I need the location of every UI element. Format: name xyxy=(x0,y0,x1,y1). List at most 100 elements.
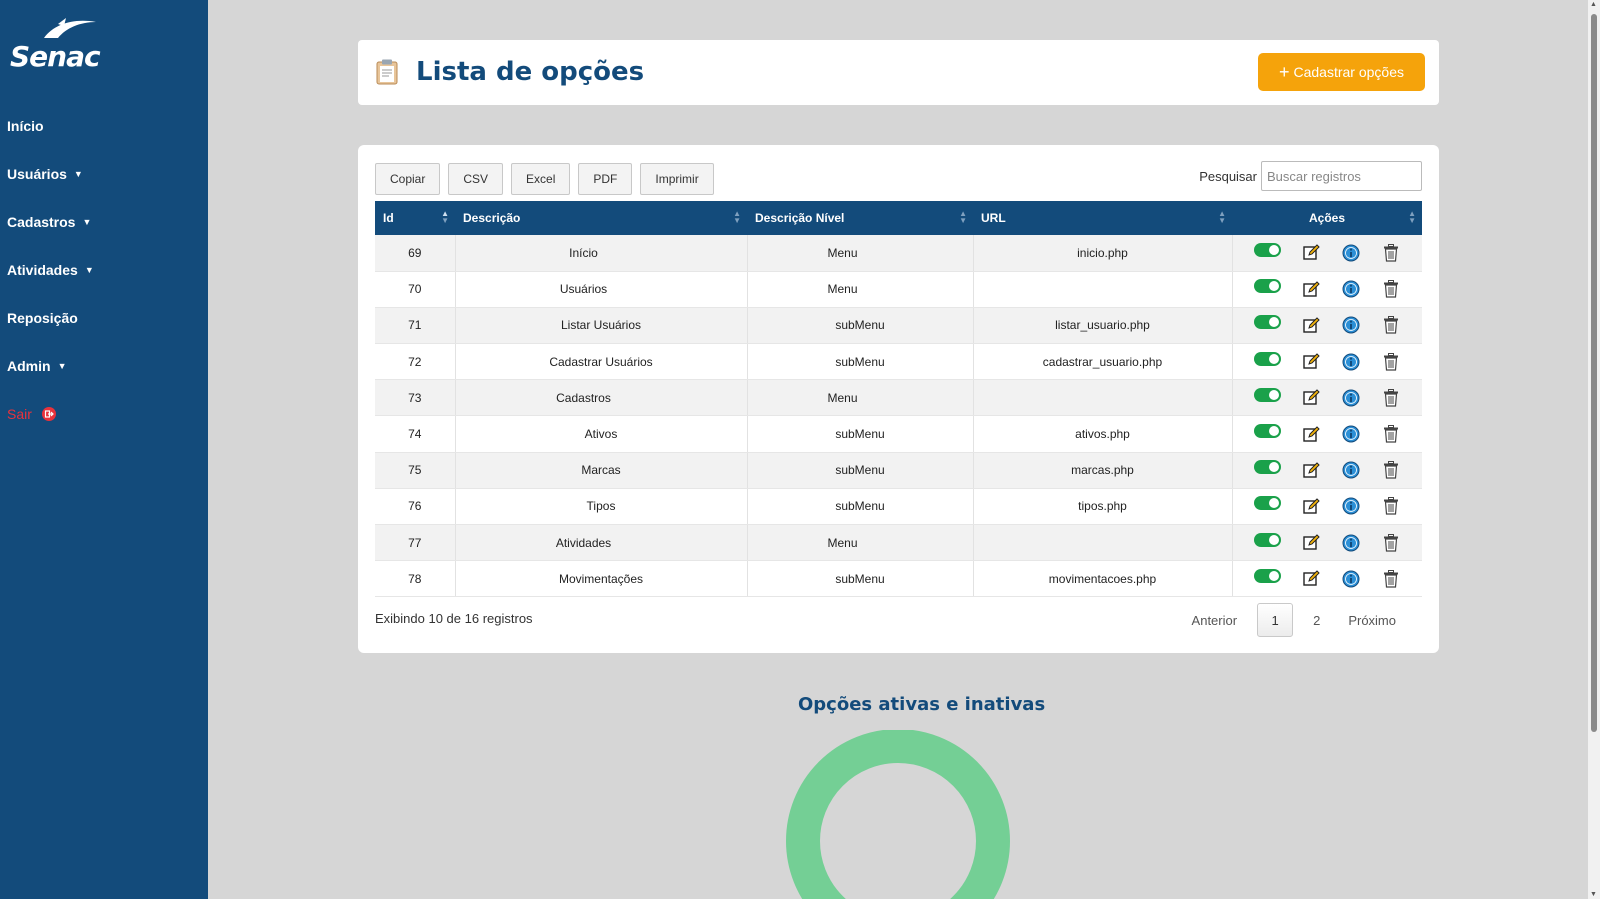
column-header-descricao[interactable]: Descrição ▲ ▼ xyxy=(455,201,747,235)
cell-acoes xyxy=(1232,271,1422,308)
column-label: Ações xyxy=(1308,211,1346,225)
trash-icon[interactable] xyxy=(1382,569,1401,588)
senac-logo[interactable]: Senac xyxy=(10,14,101,74)
trash-icon[interactable] xyxy=(1382,280,1401,299)
info-icon[interactable] xyxy=(1342,461,1361,480)
table-row: 73 Cadastros Menu xyxy=(375,379,1422,417)
row-actions xyxy=(1233,242,1423,262)
table-row: 78 Movimentações subMenu movimentacoes.php xyxy=(375,560,1422,598)
info-icon[interactable] xyxy=(1342,316,1361,335)
column-label: URL xyxy=(981,211,1006,225)
sidebar-item-inicio[interactable]: Início xyxy=(0,102,208,150)
row-actions xyxy=(1233,460,1423,480)
column-header-url[interactable]: URL ▲ ▼ xyxy=(973,201,1232,235)
info-icon[interactable] xyxy=(1342,569,1361,588)
toggle-icon[interactable] xyxy=(1253,568,1281,583)
csv-button[interactable]: CSV xyxy=(448,163,504,195)
search-input[interactable] xyxy=(1261,161,1422,191)
cell-url xyxy=(973,271,1233,308)
cell-url: tipos.php xyxy=(973,488,1233,526)
page-button-1[interactable]: 1 xyxy=(1257,603,1294,637)
cell-descricao: Listar Usuários xyxy=(455,307,748,345)
cell-nivel: subMenu xyxy=(747,415,974,453)
edit-icon[interactable] xyxy=(1302,316,1321,335)
cell-url: inicio.php xyxy=(973,235,1233,272)
edit-icon[interactable] xyxy=(1302,280,1321,299)
table-row: 76 Tipos subMenu tipos.php xyxy=(375,488,1422,526)
cell-nivel: Menu xyxy=(747,235,974,272)
toggle-icon[interactable] xyxy=(1253,242,1281,257)
trash-icon[interactable] xyxy=(1382,316,1401,335)
column-header-id[interactable]: Id ▲ ▼ xyxy=(375,201,455,235)
sidebar-item-reposicao[interactable]: Reposição xyxy=(0,294,208,342)
cell-descricao: Marcas xyxy=(455,452,748,489)
column-header-acoes[interactable]: Ações ▲ ▼ xyxy=(1232,201,1422,235)
prev-page-button[interactable]: Anterior xyxy=(1178,613,1252,628)
donut-ring xyxy=(786,730,1010,899)
scrollbar-thumb[interactable] xyxy=(1591,14,1597,732)
edit-icon[interactable] xyxy=(1302,352,1321,371)
copy-button[interactable]: Copiar xyxy=(375,163,441,195)
next-page-button[interactable]: Próximo xyxy=(1334,613,1410,628)
edit-icon[interactable] xyxy=(1302,388,1321,407)
info-icon[interactable] xyxy=(1342,533,1361,552)
chevron-down-icon: ▼ xyxy=(57,361,67,371)
cell-descricao: Cadastrar Usuários xyxy=(455,343,748,381)
sidebar: Senac Início Usuários ▼ Cadastros ▼ Ativid… xyxy=(0,0,208,899)
trash-icon[interactable] xyxy=(1382,425,1401,444)
sort-icon: ▲ ▼ xyxy=(733,209,741,225)
export-toolbar: Copiar CSV Excel PDF Imprimir xyxy=(375,163,714,195)
toggle-icon[interactable] xyxy=(1253,424,1281,439)
sidebar-item-cadastros[interactable]: Cadastros ▼ xyxy=(0,198,208,246)
edit-icon[interactable] xyxy=(1302,569,1321,588)
trash-icon[interactable] xyxy=(1382,461,1401,480)
toggle-icon[interactable] xyxy=(1253,315,1281,330)
cell-nivel: Menu xyxy=(747,271,974,308)
pdf-button[interactable]: PDF xyxy=(578,163,633,195)
toggle-icon[interactable] xyxy=(1253,496,1281,511)
info-icon[interactable] xyxy=(1342,497,1361,516)
logout-icon xyxy=(41,407,56,421)
sidebar-item-sair[interactable]: Sair xyxy=(0,390,208,438)
trash-icon[interactable] xyxy=(1382,243,1401,262)
sidebar-item-admin[interactable]: Admin ▼ xyxy=(0,342,208,390)
edit-icon[interactable] xyxy=(1302,533,1321,552)
sidebar-item-atividades[interactable]: Atividades ▼ xyxy=(0,246,208,294)
toggle-icon[interactable] xyxy=(1253,279,1281,294)
toggle-icon[interactable] xyxy=(1253,351,1281,366)
info-icon[interactable] xyxy=(1342,425,1361,444)
table-row: 71 Listar Usuários subMenu listar_usuario.p… xyxy=(375,307,1422,345)
edit-icon[interactable] xyxy=(1302,461,1321,480)
trash-icon[interactable] xyxy=(1382,533,1401,552)
scroll-down-icon[interactable]: ▼ xyxy=(1590,891,1597,898)
toggle-icon[interactable] xyxy=(1253,460,1281,475)
edit-icon[interactable] xyxy=(1302,243,1321,262)
add-option-button[interactable]: + Cadastrar opções xyxy=(1258,53,1425,91)
pagination: Anterior 1 2 Próximo xyxy=(1178,603,1410,637)
cell-url xyxy=(973,524,1233,562)
sort-icon: ▲ ▼ xyxy=(959,209,967,225)
sidebar-item-usuarios[interactable]: Usuários ▼ xyxy=(0,150,208,198)
logo-text: Senac xyxy=(10,40,101,73)
info-icon[interactable] xyxy=(1342,243,1361,262)
info-icon[interactable] xyxy=(1342,280,1361,299)
scroll-up-icon[interactable]: ▲ xyxy=(1590,1,1597,8)
edit-icon[interactable] xyxy=(1302,497,1321,516)
toggle-icon[interactable] xyxy=(1253,387,1281,402)
info-icon[interactable] xyxy=(1342,388,1361,407)
cell-nivel: subMenu xyxy=(747,560,974,598)
excel-button[interactable]: Excel xyxy=(511,163,571,195)
trash-icon[interactable] xyxy=(1382,497,1401,516)
print-button[interactable]: Imprimir xyxy=(640,163,714,195)
info-icon[interactable] xyxy=(1342,352,1361,371)
page-scrollbar[interactable]: ▲ ▼ xyxy=(1588,0,1600,899)
toggle-icon[interactable] xyxy=(1253,532,1281,547)
trash-icon[interactable] xyxy=(1382,352,1401,371)
cell-url: marcas.php xyxy=(973,452,1233,489)
page-button-2[interactable]: 2 xyxy=(1299,613,1334,628)
edit-icon[interactable] xyxy=(1302,425,1321,444)
column-header-descricao-nivel[interactable]: Descrição Nível ▲ ▼ xyxy=(747,201,973,235)
cell-acoes xyxy=(1232,235,1423,272)
row-actions xyxy=(1233,532,1423,552)
trash-icon[interactable] xyxy=(1382,388,1401,407)
